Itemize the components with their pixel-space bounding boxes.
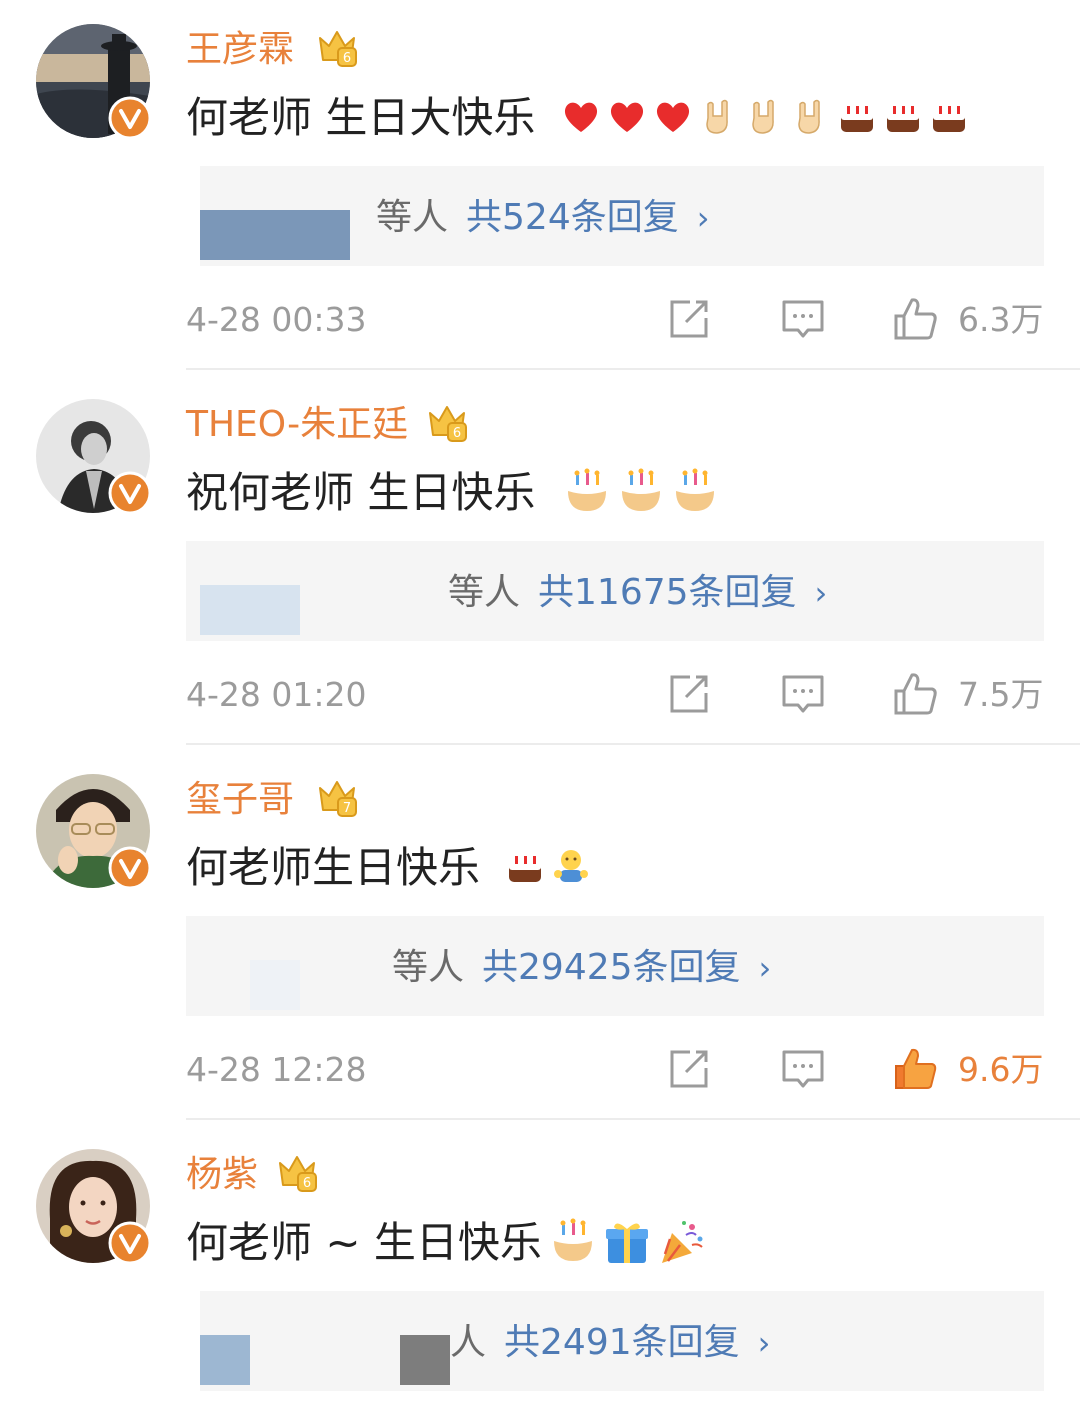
blurred-avatar-placeholder: [400, 1335, 450, 1385]
reply-count-link[interactable]: 共2491条回复: [504, 1322, 740, 1363]
blurred-avatar-placeholder: [200, 1335, 250, 1385]
reply-preview-box[interactable]: 等人 共524条回复 ›: [200, 166, 1044, 266]
blurred-avatar-placeholder: [250, 960, 300, 1010]
gift-emoji-icon: [606, 1223, 648, 1263]
svg-text:6: 6: [343, 51, 351, 66]
reply-count-link[interactable]: 共11675条回复: [538, 572, 797, 613]
comment-text: 何老师 生日大快乐: [186, 93, 536, 142]
comment-text: 何老师 ~ 生日快乐: [186, 1218, 542, 1267]
share-icon[interactable]: [666, 1046, 712, 1092]
reply-summary: 人共2491条回复 ›: [450, 1315, 770, 1371]
verified-v-badge-icon: [108, 1221, 152, 1265]
reply-people-label: 人: [450, 1322, 487, 1363]
reply-preview-box[interactable]: 等人 共11675条回复 ›: [186, 541, 1044, 641]
comment-icon[interactable]: [780, 296, 826, 342]
blurred-avatar-placeholder: [200, 210, 350, 260]
comment-item: 玺子哥 7 何老师生日快乐 等人共29425条回复 › 4-28 12:28: [0, 750, 1080, 1125]
username[interactable]: 杨紫: [186, 1151, 258, 1199]
comment-text: 何老师生日快乐: [186, 843, 481, 892]
emoji-row: [504, 842, 592, 892]
svg-text:6: 6: [453, 426, 461, 441]
party-popper-emoji-icon: [662, 1221, 703, 1263]
like-thumb-icon[interactable]: [892, 296, 938, 342]
crown-badge-icon: 7: [319, 781, 357, 817]
crown-badge-icon: 6: [429, 406, 467, 442]
reply-people-label: 等人: [448, 572, 521, 613]
username[interactable]: 王彦霖: [186, 26, 294, 74]
birthday-cake-emoji-icon: [568, 468, 606, 511]
like-count: 9.6万: [958, 1050, 1044, 1089]
svg-text:6: 6: [303, 1176, 311, 1191]
comment-text: 祝何老师 生日快乐: [186, 468, 536, 517]
share-icon[interactable]: [666, 671, 712, 717]
reply-summary: 等人 共11675条回复 ›: [448, 565, 827, 621]
like-count: 6.3万: [958, 300, 1044, 339]
cake-emoji-icon: [841, 106, 873, 132]
reply-preview-box[interactable]: 等人 共29425条回复 ›: [186, 916, 1044, 1016]
hug-emoji-icon: [554, 850, 588, 882]
comment-icon[interactable]: [780, 671, 826, 717]
username[interactable]: THEO-朱正廷: [186, 401, 408, 449]
crown-badge-icon: 6: [319, 31, 357, 67]
username[interactable]: 玺子哥: [186, 776, 294, 824]
cake-emoji-icon: [887, 106, 919, 132]
emoji-row: [560, 92, 970, 142]
birthday-cake-emoji-icon: [622, 468, 660, 511]
divider: [186, 368, 1080, 370]
birthday-cake-emoji-icon: [554, 1218, 592, 1261]
cake-emoji-icon: [509, 856, 541, 882]
verified-v-badge-icon: [108, 471, 152, 515]
heart-emoji-icon: [656, 102, 690, 132]
like-thumb-icon-active[interactable]: [892, 1046, 938, 1092]
reply-people-label: 等人: [376, 197, 449, 238]
comment-item: 王彦霖 6 何老师 生日大快乐 等人共524条回复 › 4-28 00:33: [0, 0, 1080, 375]
comment-timestamp: 4-28 12:28: [186, 1050, 367, 1089]
share-icon[interactable]: [666, 296, 712, 342]
reply-count-link[interactable]: 共524条回复: [466, 197, 679, 238]
svg-text:7: 7: [343, 801, 351, 816]
reply-people-label: 等人: [392, 947, 465, 988]
like-count: 7.5万: [958, 675, 1044, 714]
reply-preview-box[interactable]: 人共2491条回复 ›: [200, 1291, 1044, 1391]
comment-item: 杨紫 6 何老师 ~ 生日快乐 人共2491条回复 ›: [0, 1125, 1080, 1412]
cake-emoji-icon: [933, 106, 965, 132]
crown-badge-icon: 6: [279, 1156, 317, 1192]
emoji-row: [548, 1217, 706, 1267]
reply-summary: 等人 共29425条回复 ›: [392, 940, 771, 996]
rock-hand-emoji-icon: [752, 99, 774, 134]
comment-timestamp: 4-28 00:33: [186, 300, 367, 339]
blurred-avatar-placeholder: [200, 585, 300, 635]
rock-hand-emoji-icon: [706, 99, 728, 134]
chevron-right-icon: ›: [814, 574, 828, 612]
verified-v-badge-icon: [108, 96, 152, 140]
heart-emoji-icon: [610, 102, 644, 132]
like-thumb-icon[interactable]: [892, 671, 938, 717]
reply-count-link[interactable]: 共29425条回复: [482, 947, 741, 988]
birthday-cake-emoji-icon: [676, 468, 714, 511]
rock-hand-emoji-icon: [798, 99, 820, 134]
divider: [186, 1118, 1080, 1120]
comment-icon[interactable]: [780, 1046, 826, 1092]
comment-timestamp: 4-28 01:20: [186, 675, 367, 714]
comment-item: THEO-朱正廷 6 祝何老师 生日快乐 等人 共11675条回复 › 4-28 0…: [0, 375, 1080, 750]
comment-feed: 王彦霖 6 何老师 生日大快乐 等人共524条回复› 4-28 00:33: [0, 0, 1080, 1412]
emoji-row: [562, 467, 720, 517]
verified-v-badge-icon: [108, 846, 152, 890]
reply-summary: 等人 共524条回复 ›: [376, 190, 710, 246]
divider: [186, 743, 1080, 745]
chevron-right-icon: ›: [758, 949, 772, 987]
heart-emoji-icon: [564, 102, 598, 132]
chevron-right-icon: ›: [757, 1324, 771, 1362]
chevron-right-icon: ›: [696, 199, 710, 237]
